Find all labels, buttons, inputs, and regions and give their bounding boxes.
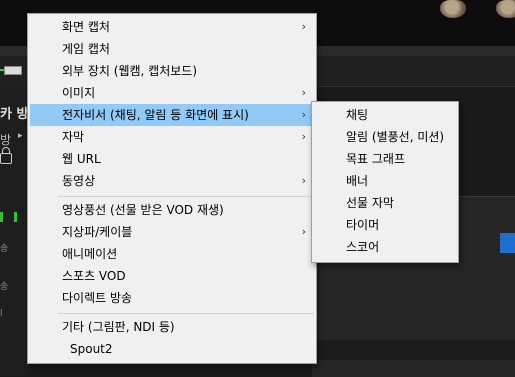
menu-item-label: 자막 — [62, 130, 85, 144]
menu-item-label: 외부 장치 (웹캠, 캡처보드) — [62, 64, 198, 78]
menu-item-label: 이미지 — [62, 86, 96, 100]
menu-item-label: 화면 캡처 — [62, 20, 110, 34]
menu-item-label: 웹 URL — [62, 152, 101, 166]
submenu-item-chat[interactable]: 채팅 — [314, 104, 456, 126]
submenu-arrow-icon: › — [301, 20, 306, 33]
row-label[interactable]: 방 — [0, 131, 11, 148]
submenu-item-label: 타이머 — [346, 218, 380, 232]
status-indicator — [0, 212, 3, 222]
menu-item-external-device[interactable]: 외부 장치 (웹캠, 캡처보드) — [30, 60, 314, 82]
submenu-item-label: 스코어 — [346, 240, 380, 254]
lock-icon[interactable] — [0, 147, 12, 164]
menu-separator — [58, 196, 314, 197]
submenu-item-label: 선물 자막 — [346, 196, 394, 210]
submenu-item-timer[interactable]: 타이머 — [314, 214, 456, 236]
menu-item-video[interactable]: 동영상 › — [30, 170, 314, 192]
menu-item-direct-broadcast[interactable]: 다이렉트 방송 — [30, 287, 314, 309]
status-indicator — [14, 212, 17, 222]
submenu-arrow-icon: › — [301, 86, 306, 99]
submenu-item-banner[interactable]: 배너 — [314, 170, 456, 192]
submenu-item-score[interactable]: 스코어 — [314, 236, 456, 258]
submenu-arrow-icon: › — [301, 130, 306, 143]
menu-item-label: 동영상 — [62, 174, 96, 188]
submenu-item-label: 배너 — [346, 174, 369, 188]
add-source-menu: 화면 캡처 › 게임 캡처 외부 장치 (웹캠, 캡처보드) 이미지 › 전자비… — [27, 13, 317, 364]
submenu-item-label: 알림 (별풍선, 미션) — [346, 130, 445, 144]
panel-row — [312, 340, 515, 360]
submenu-arrow-icon: › — [301, 225, 306, 238]
menu-item-label: Spout2 — [70, 342, 113, 356]
submenu-item-label: 목표 그래프 — [346, 152, 406, 166]
menu-item-label: 영상풍선 (선물 받은 VOD 재생) — [62, 203, 224, 217]
menu-item-label: 지상파/케이블 — [62, 225, 133, 239]
menu-separator — [58, 313, 314, 314]
menu-item-video-balloon[interactable]: 영상풍선 (선물 받은 VOD 재생) — [30, 199, 314, 221]
menu-item-screen-capture[interactable]: 화면 캡처 › — [30, 16, 314, 38]
menu-item-spout2[interactable]: Spout2 — [30, 338, 314, 360]
menu-item-label: 다이렉트 방송 — [62, 291, 133, 305]
audio-meter — [4, 66, 22, 75]
menu-item-animation[interactable]: 애니메이션 — [30, 243, 314, 265]
submenu-item-alert[interactable]: 알림 (별풍선, 미션) — [314, 126, 456, 148]
menu-item-sports-vod[interactable]: 스포츠 VOD — [30, 265, 314, 287]
menu-item-label: 기타 (그림판, NDI 등) — [62, 320, 175, 334]
menu-item-label: 스포츠 VOD — [62, 269, 126, 283]
side-char: 송 — [0, 282, 9, 292]
preview-figure — [496, 0, 515, 18]
left-panel — [0, 86, 28, 376]
menu-item-subtitle[interactable]: 자막 › — [30, 126, 314, 148]
menu-item-game-capture[interactable]: 게임 캡처 — [30, 38, 314, 60]
submenu-item-label: 채팅 — [346, 108, 369, 122]
menu-item-label: 애니메이션 — [62, 247, 118, 261]
assistant-submenu: 채팅 알림 (별풍선, 미션) 목표 그래프 배너 선물 자막 타이머 스코어 — [311, 101, 459, 263]
menu-item-terrestrial-cable[interactable]: 지상파/케이블 › — [30, 221, 314, 243]
row-arrow-icon[interactable]: ▸ — [18, 131, 23, 141]
menu-item-assistant[interactable]: 전자비서 (채팅, 알림 등 화면에 표시) › — [30, 104, 314, 126]
selected-row-edge[interactable] — [500, 233, 515, 253]
audio-meter-level — [0, 69, 4, 71]
menu-item-other[interactable]: 기타 (그림판, NDI 등) — [30, 316, 314, 338]
side-char: l — [0, 309, 3, 319]
submenu-arrow-icon: › — [301, 108, 306, 121]
menu-item-web-url[interactable]: 웹 URL — [30, 148, 314, 170]
submenu-item-gift-subtitle[interactable]: 선물 자막 — [314, 192, 456, 214]
side-char: 송 — [0, 244, 9, 254]
submenu-arrow-icon: › — [301, 174, 306, 187]
menu-item-label: 게임 캡처 — [62, 42, 110, 56]
submenu-item-goal-graph[interactable]: 목표 그래프 — [314, 148, 456, 170]
preview-figure — [440, 0, 466, 18]
menu-item-image[interactable]: 이미지 › — [30, 82, 314, 104]
menu-item-label: 전자비서 (채팅, 알림 등 화면에 표시) — [62, 108, 249, 122]
